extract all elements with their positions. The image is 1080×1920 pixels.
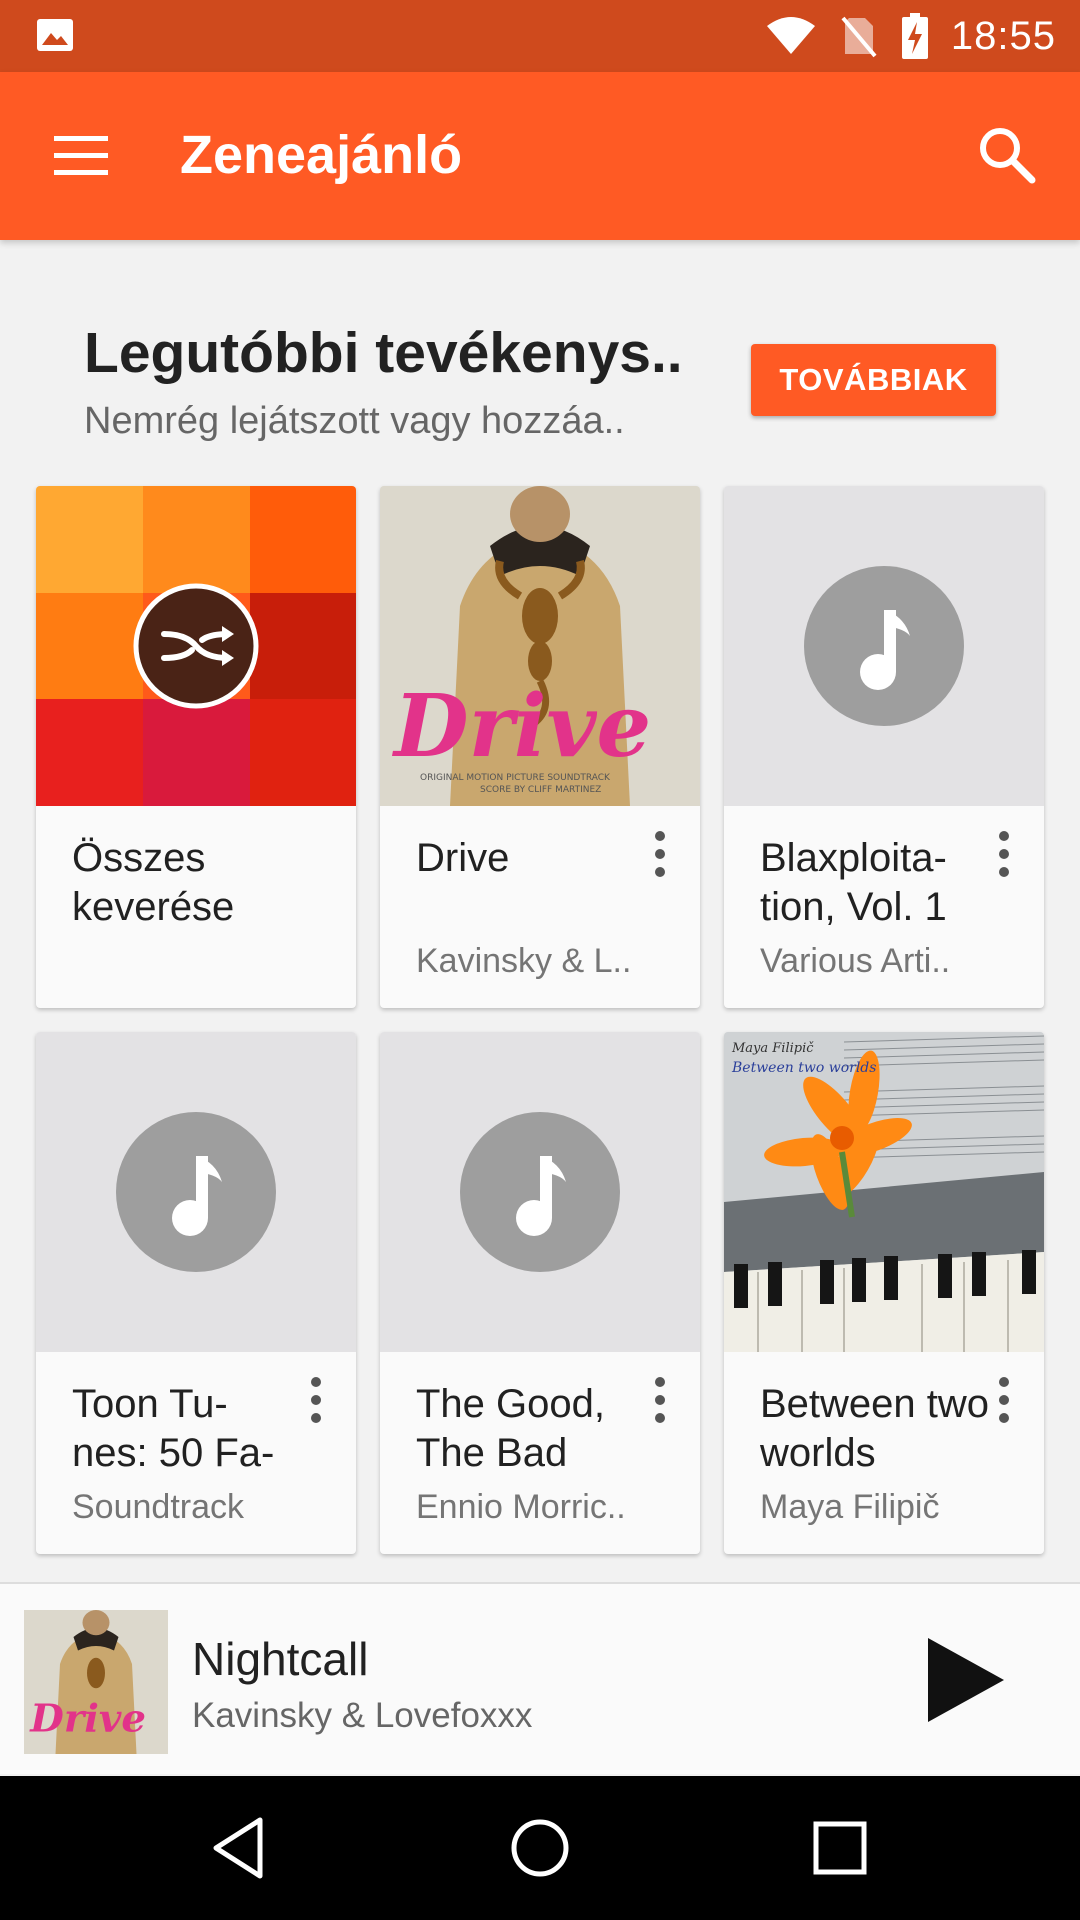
app-bar: Zeneajánló	[0, 72, 1080, 240]
section-subtitle: Nemrég lejátszott vagy hozzáa..	[84, 400, 625, 442]
card-shuffle-all[interactable]: Összes keverése	[36, 486, 356, 1008]
placeholder-album-art	[36, 1032, 356, 1352]
overflow-menu-icon[interactable]	[994, 830, 1014, 878]
card-subtitle: Various Arti..	[760, 942, 951, 980]
music-note-icon	[172, 1156, 222, 1236]
play-icon[interactable]	[920, 1634, 1012, 1726]
status-time: 18:55	[950, 13, 1056, 58]
placeholder-album-art	[380, 1032, 700, 1352]
overflow-menu-icon[interactable]	[650, 830, 670, 878]
card-the-good-the-bad[interactable]: The Good, The Bad Ennio Morric..	[380, 1032, 700, 1554]
back-icon[interactable]	[204, 1812, 276, 1884]
card-subtitle: Maya Filipič	[760, 1488, 940, 1526]
card-drive[interactable]: Drive ORIGINAL MOTION PICTURE SOUNDTRACK…	[380, 486, 700, 1008]
recent-activity-section: Legutóbbi tevékenys.. Nemrég lejátszott …	[0, 240, 1080, 480]
card-title: Összes keverése	[72, 836, 235, 929]
card-title: Blaxploita-tion, Vol. 1	[760, 836, 947, 929]
card-title: The Good, The Bad	[416, 1382, 606, 1475]
now-playing-bar[interactable]: Drive Nightcall Kavinsky & Lovefoxxx	[0, 1582, 1080, 1774]
wifi-icon	[766, 17, 815, 54]
battery-charging-icon	[901, 13, 928, 59]
between-two-worlds-album-art: Maya Filipič Between two worlds	[724, 1032, 1044, 1352]
section-title: Legutóbbi tevékenys..	[84, 321, 683, 385]
now-playing-artist: Kavinsky & Lovefoxxx	[192, 1696, 533, 1735]
no-sim-icon	[841, 16, 877, 58]
btw-cover-title: Between two worlds	[731, 1060, 876, 1076]
card-subtitle: Ennio Morric..	[416, 1488, 626, 1526]
app-title: Zeneajánló	[180, 125, 463, 185]
card-toon-tunes[interactable]: Toon Tu-nes: 50 Fa- Soundtrack	[36, 1032, 356, 1554]
more-button[interactable]: TOVÁBBIAK	[751, 344, 996, 416]
shuffle-mosaic-art	[36, 486, 356, 806]
recents-icon[interactable]	[804, 1812, 876, 1884]
hamburger-menu-icon[interactable]	[48, 128, 114, 184]
thumb-drive-logo: Drive	[29, 1697, 146, 1742]
drive-album-art: Drive ORIGINAL MOTION PICTURE SOUNDTRACK…	[380, 486, 700, 806]
drive-credit-2: SCORE BY CLIFF MARTINEZ	[480, 785, 601, 795]
card-title: Drive	[416, 836, 510, 880]
music-note-icon	[516, 1156, 566, 1236]
image-notification-icon	[37, 19, 73, 51]
music-note-icon	[860, 610, 910, 690]
card-between-two-worlds[interactable]: Maya Filipič Between two worlds Between …	[724, 1032, 1044, 1554]
now-playing-title: Nightcall	[192, 1633, 369, 1685]
overflow-menu-icon[interactable]	[306, 1376, 326, 1424]
card-title: Between two worlds	[760, 1382, 990, 1475]
card-subtitle: Kavinsky & L..	[416, 942, 632, 980]
card-title: Toon Tu-nes: 50 Fa-	[72, 1382, 275, 1475]
home-icon[interactable]	[504, 1812, 576, 1884]
status-bar: 18:55	[0, 0, 1080, 72]
btw-cover-artist: Maya Filipič	[731, 1041, 814, 1056]
search-icon[interactable]	[974, 122, 1038, 186]
card-subtitle: Soundtrack	[72, 1488, 244, 1526]
card-blaxploitation[interactable]: Blaxploita-tion, Vol. 1 Various Arti..	[724, 486, 1044, 1008]
overflow-menu-icon[interactable]	[650, 1376, 670, 1424]
drive-credit-1: ORIGINAL MOTION PICTURE SOUNDTRACK	[420, 773, 611, 783]
now-playing-album-art: Drive	[24, 1610, 168, 1754]
drive-logo-text: Drive	[391, 676, 651, 777]
navigation-bar	[0, 1776, 1080, 1920]
overflow-menu-icon[interactable]	[994, 1376, 1014, 1424]
placeholder-album-art	[724, 486, 1044, 806]
